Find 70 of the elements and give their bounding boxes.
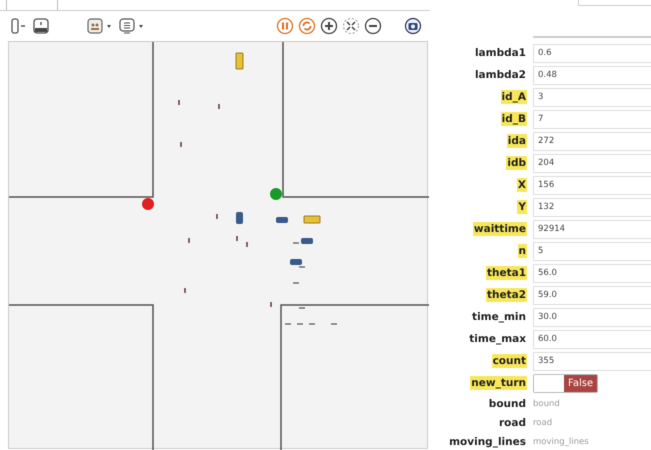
property-field[interactable]: 60.0 <box>533 330 651 348</box>
property-label: waittime <box>472 222 527 236</box>
car <box>276 217 288 223</box>
property-field[interactable]: 0.6 <box>533 44 651 62</box>
property-label: theta1 <box>486 266 527 280</box>
vehicle-marker <box>331 323 337 325</box>
property-field[interactable]: 3 <box>533 88 651 106</box>
vehicle-marker <box>246 242 248 247</box>
property-field[interactable]: 132 <box>533 198 651 216</box>
property-value: road <box>533 418 552 428</box>
vehicle-marker <box>299 307 305 309</box>
property-label: theta2 <box>486 288 527 302</box>
property-field[interactable]: 30.0 <box>533 308 651 326</box>
property-field[interactable]: 59.0 <box>533 286 651 304</box>
vehicle-marker <box>216 214 218 219</box>
vehicle-marker <box>293 282 299 284</box>
monitor-dropdown-icon[interactable] <box>118 17 146 35</box>
property-value: bound <box>533 398 560 408</box>
zoom-out-icon[interactable] <box>364 17 382 35</box>
property-field[interactable]: 5 <box>533 242 651 260</box>
property-label: time_max <box>468 332 527 346</box>
panel-toggle-icon[interactable] <box>10 17 28 35</box>
property-label: Y <box>517 200 527 214</box>
car <box>304 216 320 224</box>
vehicle-marker <box>309 323 315 325</box>
vehicle-marker <box>184 288 186 293</box>
vehicle-marker <box>236 236 238 241</box>
property-label: lambda1 <box>474 46 527 60</box>
property-field[interactable]: 156 <box>533 176 651 194</box>
image-dropdown-icon[interactable] <box>86 17 114 35</box>
property-label: X <box>516 178 527 192</box>
vehicle-marker <box>297 323 303 325</box>
fit-screen-icon[interactable] <box>342 17 360 35</box>
property-label: time_min <box>471 310 527 324</box>
camera-icon[interactable] <box>404 17 422 35</box>
vehicle-marker <box>270 302 272 307</box>
download-icon[interactable] <box>32 17 50 35</box>
vehicle-marker <box>218 104 220 109</box>
car <box>290 259 302 265</box>
property-label: n <box>518 244 527 258</box>
property-label: id_A <box>500 90 527 104</box>
property-label: ida <box>506 134 527 148</box>
property-label: count <box>492 354 527 368</box>
property-field[interactable]: 0.48 <box>533 66 651 84</box>
toggle-switch[interactable]: False <box>533 374 598 392</box>
property-label: lambda2 <box>474 68 527 82</box>
vehicle-marker <box>178 100 180 105</box>
vehicle-marker <box>180 142 182 147</box>
property-label: moving_lines <box>448 434 527 448</box>
zoom-in-icon[interactable] <box>320 17 338 35</box>
car <box>301 238 313 244</box>
vehicle-marker <box>299 266 305 268</box>
property-field[interactable]: 272 <box>533 132 651 150</box>
pause-icon[interactable] <box>276 17 294 35</box>
property-field[interactable]: 355 <box>533 352 651 370</box>
car <box>236 212 243 224</box>
vehicle-marker <box>293 242 299 244</box>
property-label: id_B <box>500 112 527 126</box>
property-field[interactable]: 56.0 <box>533 264 651 282</box>
property-value: moving_lines <box>533 436 589 446</box>
property-field[interactable]: 204 <box>533 154 651 172</box>
property-field[interactable]: 7 <box>533 110 651 128</box>
vehicle-marker <box>285 323 291 325</box>
vehicle-marker <box>188 238 190 243</box>
property-label: new_turn <box>470 376 527 390</box>
property-label: idb <box>506 156 527 170</box>
property-field[interactable]: 92914 <box>533 220 651 238</box>
car <box>236 52 244 70</box>
property-label: bound <box>488 396 527 410</box>
property-label: road <box>498 416 527 430</box>
